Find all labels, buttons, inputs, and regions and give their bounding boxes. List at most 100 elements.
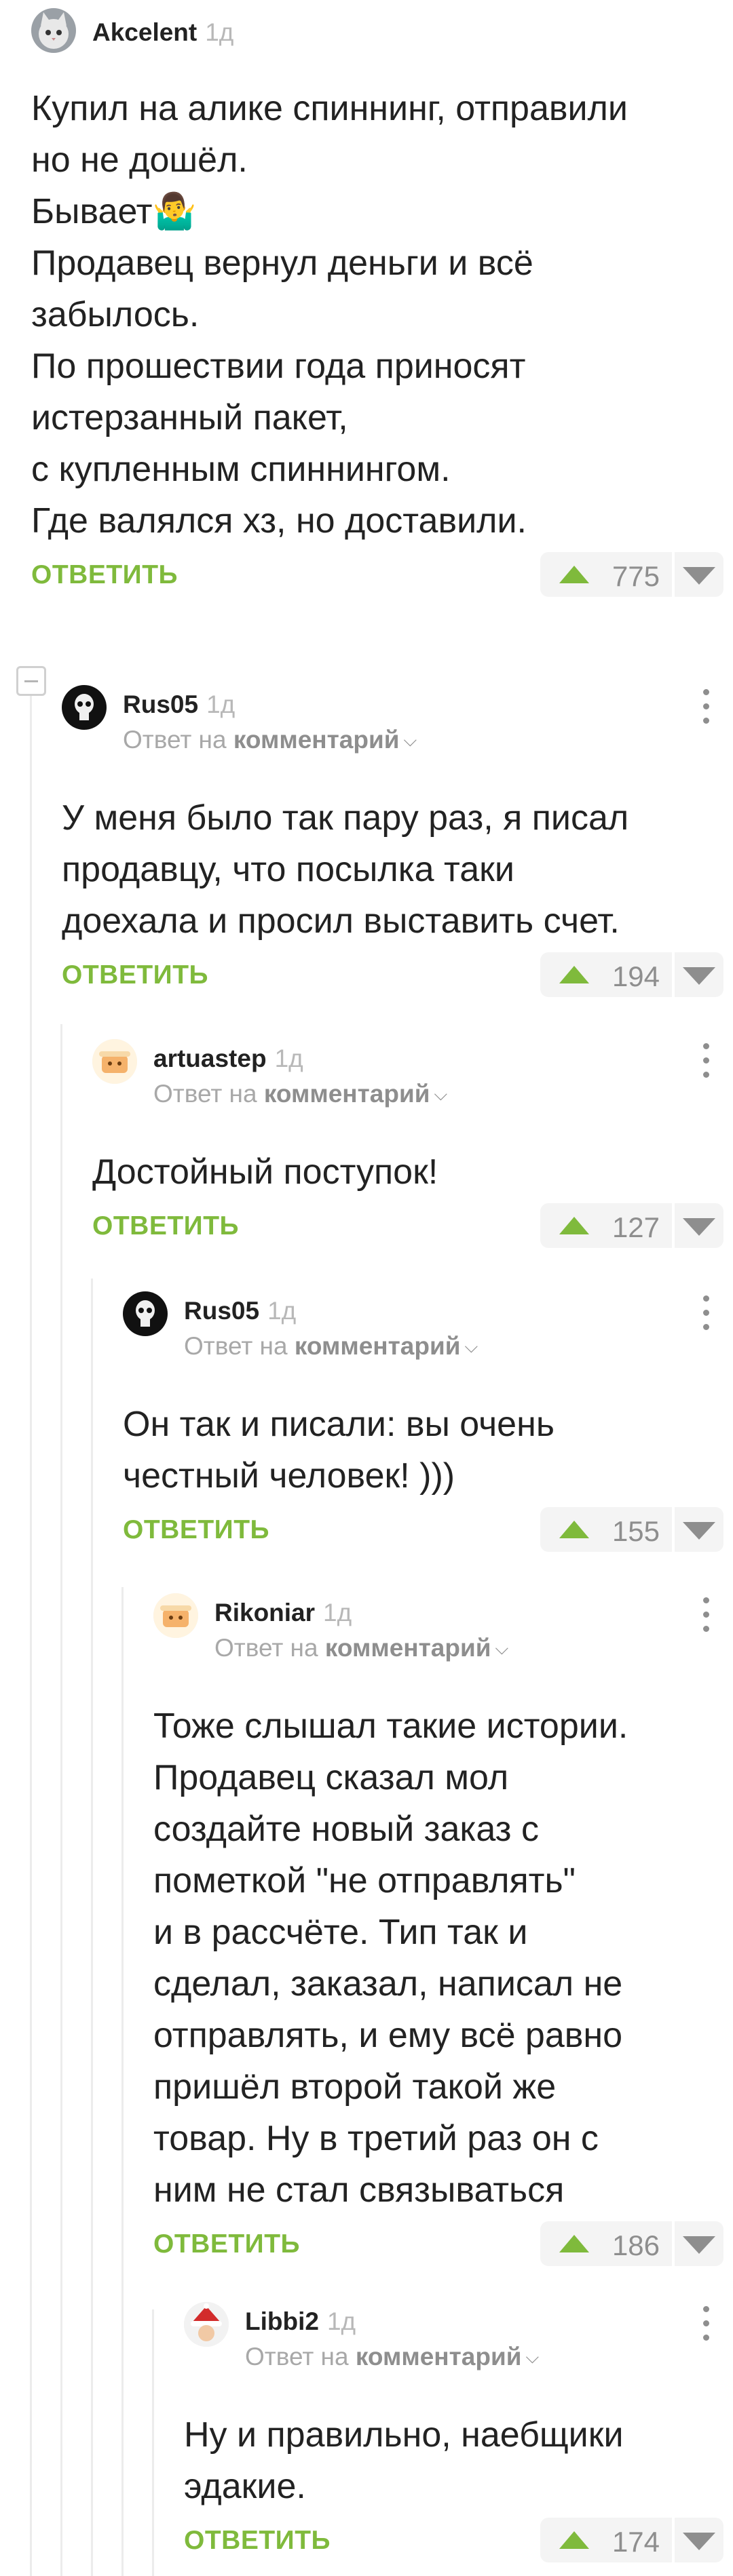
comment-score: 174 [612, 2526, 660, 2558]
comment-header: artuastep 1д Ответ на комментарий ⌵ [92, 1038, 733, 1146]
comment-author[interactable]: Libbi2 1д [245, 2307, 356, 2336]
vote-down-icon[interactable] [683, 1522, 715, 1540]
reply-button[interactable]: ОТВЕТИТЬ [92, 1211, 239, 1241]
chevron-down-icon: ⌵ [495, 1638, 509, 1658]
reply-to-link[interactable]: Ответ на комментарий ⌵ [184, 1332, 478, 1361]
default-avatar-icon [92, 1039, 137, 1084]
more-options-icon[interactable] [699, 1293, 713, 1333]
rating-divider [672, 1507, 675, 1552]
chevron-down-icon: ⌵ [434, 1084, 448, 1104]
comment-footer: ОТВЕТИТЬ 127 [92, 1198, 733, 1255]
comment-text: Достойный поступок! [92, 1152, 438, 1192]
comment-author[interactable]: Rus05 1д [184, 1297, 296, 1325]
thread-line [60, 1024, 62, 2576]
vote-up-icon[interactable] [559, 966, 589, 983]
comment-rating: 174 [540, 2518, 723, 2562]
comment-text: Он так и писали: вы очень честный челове… [123, 1405, 555, 1496]
comment-header: Rus05 1д Ответ на комментарий ⌵ [62, 684, 733, 792]
vote-down-icon[interactable] [683, 567, 715, 585]
comment-footer: ОТВЕТИТЬ 775 [31, 547, 733, 604]
skull-avatar-icon [123, 1291, 168, 1336]
comment-score: 127 [612, 1211, 660, 1243]
comment-author[interactable]: Akcelent 1д [92, 18, 233, 47]
reply-to-link[interactable]: Ответ на комментарий ⌵ [153, 1080, 447, 1108]
vote-up-icon[interactable] [559, 2235, 589, 2252]
vote-down-icon[interactable] [683, 1218, 715, 1236]
chevron-down-icon: ⌵ [464, 1336, 478, 1357]
comment-rating: 186 [540, 2221, 723, 2266]
comment: artuastep 1д Ответ на комментарий ⌵ Достой… [92, 1038, 733, 1255]
comment-thread: Akcelent 1д Купил на алике спиннинг, отпр… [0, 0, 733, 2576]
reply-button[interactable]: ОТВЕТИТЬ [31, 560, 178, 590]
vote-up-icon[interactable] [559, 1521, 589, 1538]
comment-text: Купил на алике спиннинг, отправили но не… [31, 89, 628, 541]
vote-up-icon[interactable] [559, 566, 589, 583]
user-avatar[interactable] [184, 2302, 229, 2347]
comment-score: 194 [612, 960, 660, 992]
thread-line [152, 2309, 154, 2576]
comment-text: Тоже слышал такие истории. Продавец сказ… [153, 1706, 628, 2210]
comment-header: Rikoniar 1д Ответ на комментарий ⌵ [153, 1592, 733, 1700]
more-options-icon[interactable] [699, 1595, 713, 1635]
reply-to-link[interactable]: Ответ на комментарий ⌵ [123, 726, 417, 754]
vote-down-icon[interactable] [683, 2533, 715, 2550]
comment-author[interactable]: Rus05 1д [123, 690, 235, 719]
comment-header: Akcelent 1д [31, 7, 733, 83]
reply-to-link[interactable]: Ответ на комментарий ⌵ [245, 2343, 539, 2371]
comment-footer: ОТВЕТИТЬ 155 [123, 1502, 733, 1559]
reply-button[interactable]: ОТВЕТИТЬ [123, 1515, 269, 1545]
rating-divider [672, 552, 675, 597]
comment-score: 775 [612, 560, 660, 592]
reply-to-link[interactable]: Ответ на комментарий ⌵ [214, 1634, 508, 1662]
more-options-icon[interactable] [699, 1040, 713, 1081]
user-avatar[interactable] [62, 685, 107, 730]
comment-age: 1д [326, 2307, 356, 2335]
comment-header: Libbi2 1д Ответ на комментарий ⌵ [184, 2301, 733, 2409]
user-avatar[interactable] [153, 1593, 198, 1638]
comment: Rus05 1д Ответ на комментарий ⌵ У меня был… [62, 684, 733, 1004]
comment-age: 1д [323, 1599, 352, 1626]
chevron-down-icon: ⌵ [525, 2347, 540, 2367]
comment: Akcelent 1д Купил на алике спиннинг, отпр… [31, 7, 733, 604]
comment-age: 1д [205, 18, 234, 46]
reply-button[interactable]: ОТВЕТИТЬ [153, 2229, 300, 2259]
more-options-icon[interactable] [699, 2303, 713, 2344]
comment-author[interactable]: Rikoniar 1д [214, 1599, 352, 1627]
comment-rating: 155 [540, 1507, 723, 1552]
comment-text: Ну и правильно, наебщики эдакие. [184, 2415, 624, 2506]
comment-footer: ОТВЕТИТЬ 186 [153, 2216, 733, 2273]
vote-up-icon[interactable] [559, 1217, 589, 1234]
reply-button[interactable]: ОТВЕТИТЬ [184, 2526, 331, 2556]
comment-age: 1д [274, 1045, 303, 1072]
user-avatar[interactable] [92, 1039, 137, 1084]
user-avatar[interactable] [123, 1291, 168, 1336]
comment-rating: 194 [540, 952, 723, 997]
comment-rating: 775 [540, 552, 723, 597]
rating-divider [672, 952, 675, 997]
more-options-icon[interactable] [699, 686, 713, 727]
cat-avatar-icon [31, 8, 76, 53]
comment: Rus05 1д Ответ на комментарий ⌵ Он так и п… [123, 1290, 733, 1559]
comment-rating: 127 [540, 1203, 723, 1248]
rating-divider [672, 1203, 675, 1248]
vote-down-icon[interactable] [683, 967, 715, 985]
user-avatar[interactable] [31, 8, 76, 53]
thread-line [30, 696, 32, 2576]
santa-avatar-icon [184, 2302, 229, 2347]
comment-header: Rus05 1д Ответ на комментарий ⌵ [123, 1290, 733, 1399]
comment: Libbi2 1д Ответ на комментарий ⌵ Ну и прав… [184, 2301, 733, 2569]
comment-text: У меня было так пару раз, я писал продав… [62, 798, 629, 941]
vote-down-icon[interactable] [683, 2236, 715, 2254]
comment-age: 1д [267, 1297, 297, 1325]
chevron-down-icon: ⌵ [403, 730, 417, 750]
comment-footer: ОТВЕТИТЬ 174 [184, 2512, 733, 2569]
default-avatar-icon [153, 1593, 198, 1638]
comment-author[interactable]: artuastep 1д [153, 1045, 303, 1073]
comment-age: 1д [206, 690, 236, 718]
vote-up-icon[interactable] [559, 2531, 589, 2549]
collapse-thread-button[interactable] [16, 666, 46, 696]
reply-button[interactable]: ОТВЕТИТЬ [62, 960, 208, 990]
comment-score: 155 [612, 1515, 660, 1547]
skull-avatar-icon [62, 685, 107, 730]
comment: Rikoniar 1д Ответ на комментарий ⌵ Тоже сл… [153, 1592, 733, 2273]
